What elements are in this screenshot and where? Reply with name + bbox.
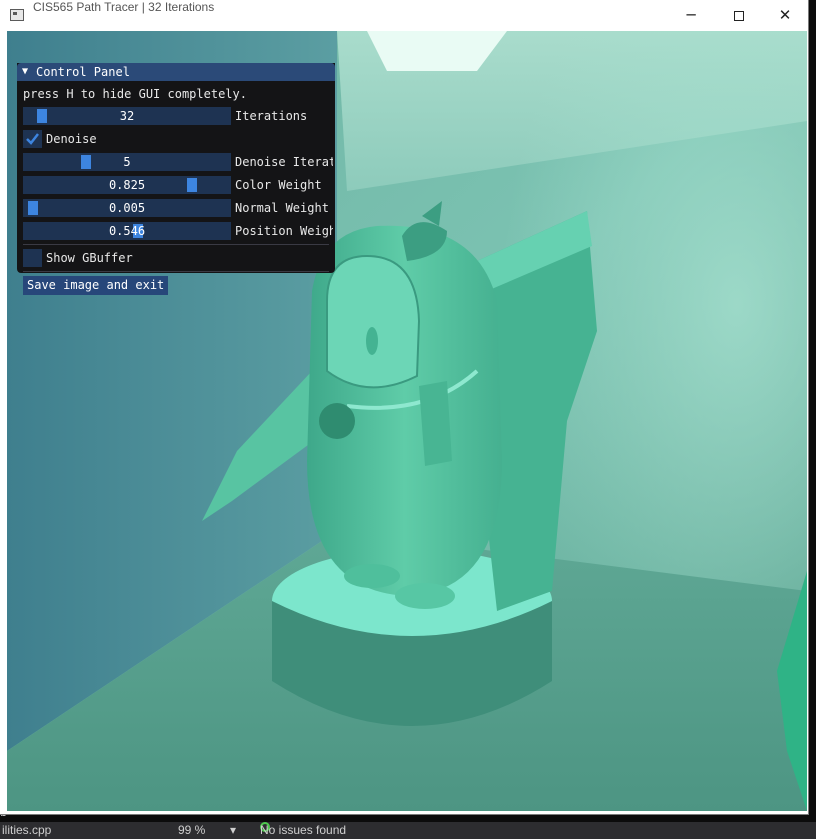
collapse-triangle-icon[interactable]: ▼: [22, 66, 28, 77]
minimize-button[interactable]: ─: [668, 0, 714, 31]
panel-header[interactable]: ▼ Control Panel: [17, 63, 335, 81]
save-image-and-exit-button[interactable]: Save image and exit: [23, 276, 169, 295]
checkmark-icon: [26, 133, 39, 145]
color-weight-label: Color Weight: [235, 178, 322, 192]
app-icon: [10, 9, 24, 21]
normal-weight-row: 0.005 Normal Weight: [23, 199, 333, 217]
close-button[interactable]: ✕: [762, 0, 808, 31]
position-weight-slider[interactable]: 0.546: [23, 222, 231, 240]
normal-weight-slider[interactable]: 0.005: [23, 199, 231, 217]
title-bar[interactable]: CIS565 Path Tracer | 32 Iterations ─ ✕: [0, 0, 808, 31]
denoise-label: Denoise: [46, 132, 97, 146]
separator: [23, 244, 329, 245]
maximize-icon: [734, 11, 744, 21]
denoise-iterations-value: 5: [123, 155, 131, 169]
status-zoom-dropdown-icon[interactable]: ▾: [230, 822, 236, 839]
panel-title: Control Panel: [36, 65, 130, 79]
status-issues-label: No issues found: [260, 823, 347, 837]
show-gbuffer-label: Show GBuffer: [46, 251, 133, 265]
help-text: press H to hide GUI completely.: [23, 87, 247, 101]
position-weight-label: Position Weight: [235, 224, 333, 238]
position-weight-value: 0.546: [108, 224, 146, 238]
iterations-value: 32: [119, 109, 135, 123]
color-weight-row: 0.825 Color Weight: [23, 176, 333, 194]
control-panel[interactable]: ▼ Control Panel press H to hide GUI comp…: [17, 63, 335, 295]
maximize-button[interactable]: [716, 0, 762, 31]
iterations-label: Iterations: [235, 109, 308, 123]
iterations-slider[interactable]: 32: [23, 107, 231, 125]
denoise-iterations-row: 5 Denoise Iterations: [23, 153, 333, 171]
background-status-bar: ilities.cpp 99 % ▾ No issues found: [0, 822, 816, 839]
show-gbuffer-checkbox[interactable]: [23, 249, 42, 267]
render-viewport[interactable]: ▼ Control Panel press H to hide GUI comp…: [7, 31, 807, 811]
show-gbuffer-row: Show GBuffer: [23, 249, 333, 267]
minimize-icon: ─: [686, 6, 696, 24]
normal-weight-value: 0.005: [108, 201, 146, 215]
status-file[interactable]: ilities.cpp: [2, 822, 51, 839]
separator: [23, 271, 329, 272]
denoise-iterations-label: Denoise Iterations: [235, 155, 333, 169]
denoise-row: Denoise: [23, 130, 333, 148]
color-weight-slider[interactable]: 0.825: [23, 176, 231, 194]
app-window: CIS565 Path Tracer | 32 Iterations ─ ✕ ▼…: [0, 0, 808, 814]
status-zoom[interactable]: 99 %: [178, 822, 205, 839]
iterations-row: 32 Iterations: [23, 107, 333, 125]
close-icon: ✕: [778, 6, 792, 24]
denoise-iterations-slider[interactable]: 5: [23, 153, 231, 171]
normal-weight-label: Normal Weight: [235, 201, 329, 215]
window-title: CIS565 Path Tracer | 32 Iterations: [33, 0, 215, 14]
denoise-checkbox[interactable]: [23, 130, 42, 148]
color-weight-value: 0.825: [108, 178, 146, 192]
position-weight-row: 0.546 Position Weight: [23, 222, 333, 240]
